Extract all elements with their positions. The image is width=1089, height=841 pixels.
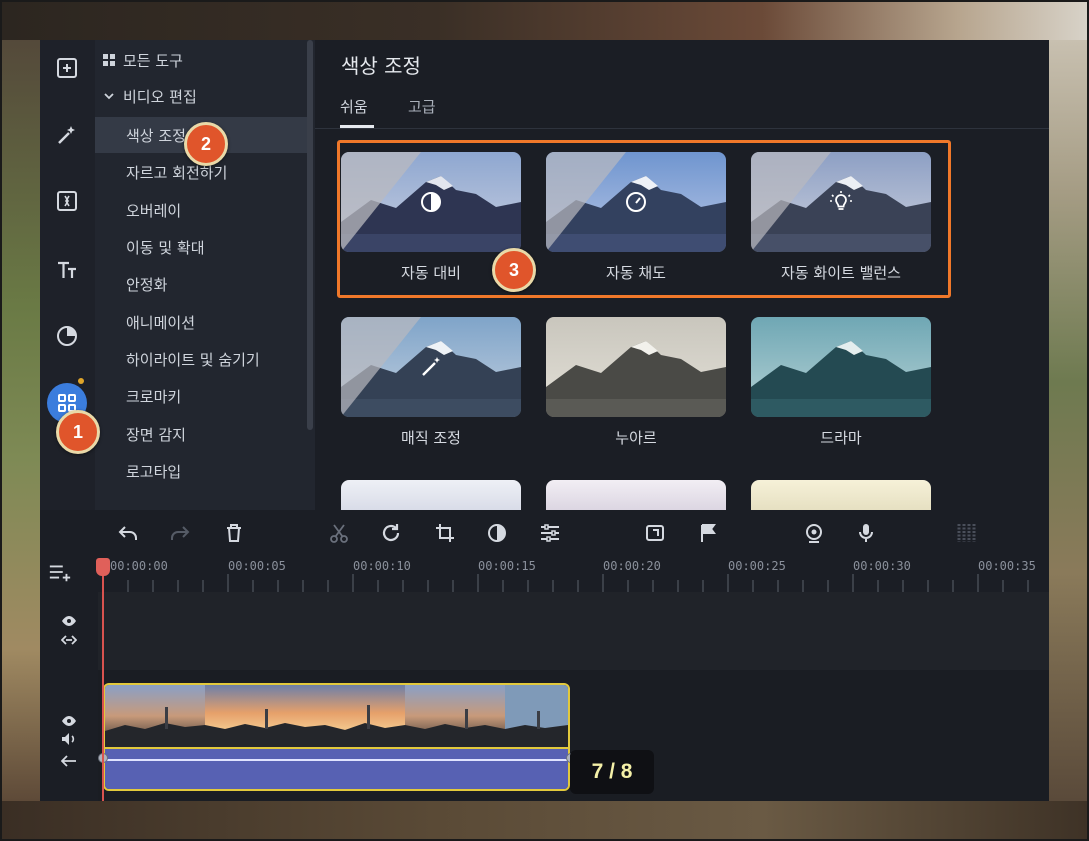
tab-easy[interactable]: 쉬움 (340, 96, 368, 117)
marker-flag-icon[interactable] (696, 521, 720, 545)
tabs-divider (315, 128, 1049, 129)
crop-icon[interactable] (433, 521, 457, 545)
preset-thumbnail (751, 317, 931, 417)
tool-label: 크로마키 (126, 387, 182, 406)
add-track-icon[interactable] (48, 560, 72, 584)
tool-label: 애니메이션 (126, 313, 196, 332)
tick-label: 00:00:25 (728, 559, 786, 573)
tool-item-animation[interactable]: 애니메이션 (95, 304, 307, 340)
arrow-left-icon[interactable] (60, 752, 77, 771)
tool-list: 모든 도구 비디오 편집 색상 조정 자르고 회전하기 오버레이 이동 및 확대… (95, 40, 315, 510)
video-clip[interactable] (103, 683, 570, 791)
background-top (0, 0, 1089, 40)
step-badge-2: 2 (184, 122, 228, 166)
tool-label: 색상 조정 (126, 126, 186, 145)
background-left (0, 40, 40, 801)
preset-label: 매직 조정 (401, 429, 461, 447)
link-icon[interactable] (60, 631, 78, 650)
overlay-track-controls (40, 598, 98, 670)
highlight-box (337, 140, 951, 298)
magic-wand-icon (413, 349, 449, 385)
transitions-icon[interactable] (47, 181, 87, 221)
playhead[interactable] (102, 560, 104, 801)
delete-icon[interactable] (222, 521, 246, 545)
tool-item-scene-detect[interactable]: 장면 감지 (95, 416, 307, 452)
all-tools-link[interactable]: 모든 도구 (95, 43, 307, 77)
adjust-icon[interactable] (538, 521, 562, 545)
preset-noir[interactable] (546, 317, 726, 417)
tool-label: 이동 및 확대 (126, 238, 205, 257)
overlay-track[interactable] (98, 592, 1049, 670)
audio-levels-icon[interactable] (955, 521, 979, 545)
webcam-icon[interactable] (802, 521, 826, 545)
section-label: 비디오 편집 (123, 87, 197, 106)
tool-item-stabilize[interactable]: 안정화 (95, 266, 307, 302)
preset-partial[interactable] (341, 480, 521, 510)
playhead-handle[interactable] (96, 558, 110, 576)
tab-advanced[interactable]: 고급 (408, 96, 436, 117)
background-right (1049, 40, 1089, 801)
stickers-icon[interactable] (47, 316, 87, 356)
preset-magic-adjust[interactable] (341, 317, 521, 417)
color-adjust-panel: 색상 조정 쉬움 고급 자동 대비 자동 채도 자동 화이트 밸런스 매직 조정… (315, 40, 1049, 510)
microphone-icon[interactable] (854, 521, 878, 545)
speaker-icon[interactable] (61, 731, 77, 750)
notification-dot (78, 378, 84, 384)
chevron-down-icon (104, 93, 114, 100)
preset-label: 드라마 (820, 429, 862, 447)
tool-label: 로고타입 (126, 462, 182, 481)
preset-partial[interactable] (751, 480, 931, 510)
eye-icon[interactable] (61, 612, 77, 631)
color-icon[interactable] (485, 521, 509, 545)
tick-label: 00:00:20 (603, 559, 661, 573)
preset-drama[interactable] (751, 317, 931, 417)
tick-label: 00:00:10 (353, 559, 411, 573)
all-tools-label: 모든 도구 (123, 51, 183, 70)
tool-label: 장면 감지 (126, 425, 186, 444)
tick-label: 00:00:30 (853, 559, 911, 573)
preset-label: 누아르 (615, 429, 657, 447)
edit-toolbar (40, 510, 1049, 556)
preset-partial[interactable] (546, 480, 726, 510)
step-badge-1: 1 (56, 410, 100, 454)
tool-item-highlight-hide[interactable]: 하이라이트 및 숨기기 (95, 341, 307, 377)
page-title: 색상 조정 (341, 54, 421, 78)
rotate-icon[interactable] (379, 521, 403, 545)
tool-label: 하이라이트 및 숨기기 (126, 350, 260, 369)
volume-line[interactable] (105, 759, 568, 761)
cut-icon[interactable] (327, 521, 351, 545)
redo-icon[interactable] (168, 521, 192, 545)
tick-label: 00:00:05 (228, 559, 286, 573)
tick-label: 00:00:35 (978, 559, 1036, 573)
tool-label: 오버레이 (126, 201, 182, 220)
tool-item-overlay[interactable]: 오버레이 (95, 192, 307, 228)
main-track-controls (40, 670, 98, 801)
clip-thumbnails (105, 685, 568, 747)
tool-item-logotype[interactable]: 로고타입 (95, 453, 307, 489)
grid-dots-icon (103, 54, 115, 66)
import-icon[interactable] (47, 48, 87, 88)
tool-label: 안정화 (126, 275, 168, 294)
tick-label: 00:00:00 (110, 559, 168, 573)
tool-item-pan-zoom[interactable]: 이동 및 확대 (95, 229, 307, 265)
preset-thumbnail (546, 317, 726, 417)
background-bottom (0, 801, 1089, 841)
eye-icon[interactable] (61, 712, 77, 731)
clip-audio-track[interactable] (105, 747, 568, 789)
crop-zoom-icon[interactable] (643, 521, 667, 545)
magic-wand-icon[interactable] (47, 115, 87, 155)
tool-item-chroma-key[interactable]: 크로마키 (95, 378, 307, 414)
tool-list-scrollbar[interactable] (307, 40, 313, 430)
undo-icon[interactable] (116, 521, 140, 545)
page-counter: 7 / 8 (570, 750, 654, 794)
section-video-edit[interactable]: 비디오 편집 (95, 79, 307, 113)
titles-icon[interactable] (47, 250, 87, 290)
tick-label: 00:00:15 (478, 559, 536, 573)
step-badge-3: 3 (492, 248, 536, 292)
